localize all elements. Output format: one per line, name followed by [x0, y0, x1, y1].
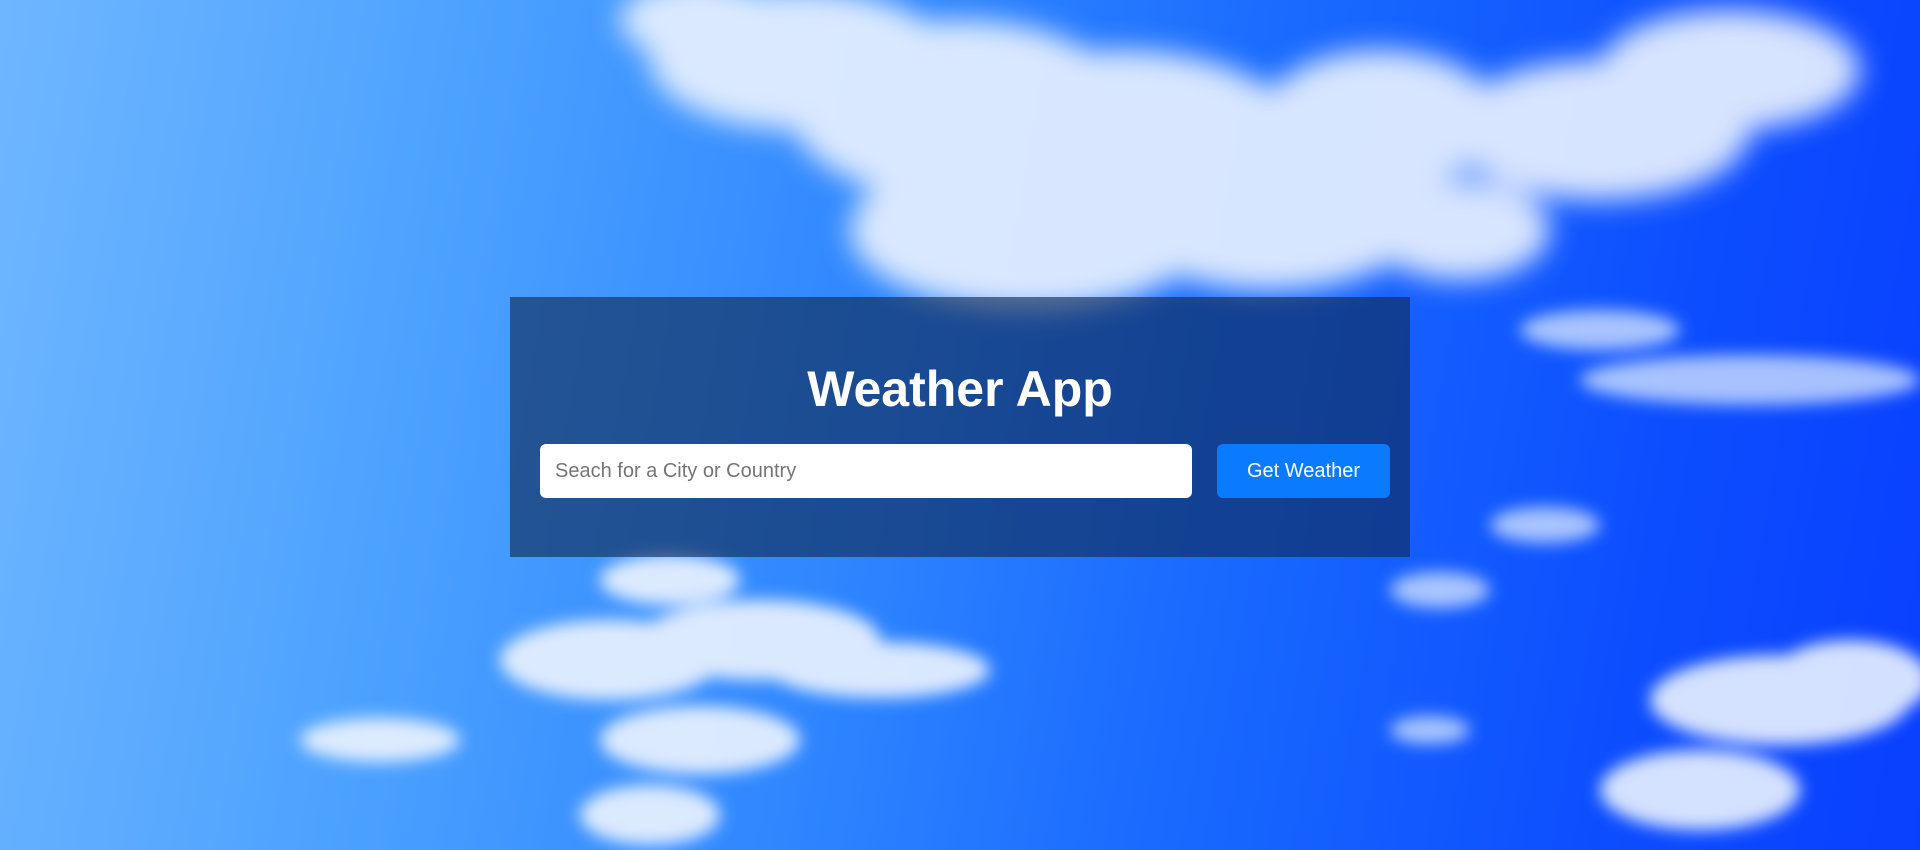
- weather-app-page: Weather App Get Weather: [0, 0, 1920, 850]
- app-title: Weather App: [807, 361, 1113, 417]
- cloud-lower-right: [1600, 640, 1920, 830]
- large-cloud-top: [620, 0, 1860, 310]
- search-form: Get Weather: [540, 444, 1390, 498]
- get-weather-button[interactable]: Get Weather: [1217, 444, 1390, 498]
- search-panel: Weather App Get Weather: [510, 297, 1410, 557]
- search-input[interactable]: [540, 444, 1192, 498]
- cloud-lower-left: [300, 555, 990, 845]
